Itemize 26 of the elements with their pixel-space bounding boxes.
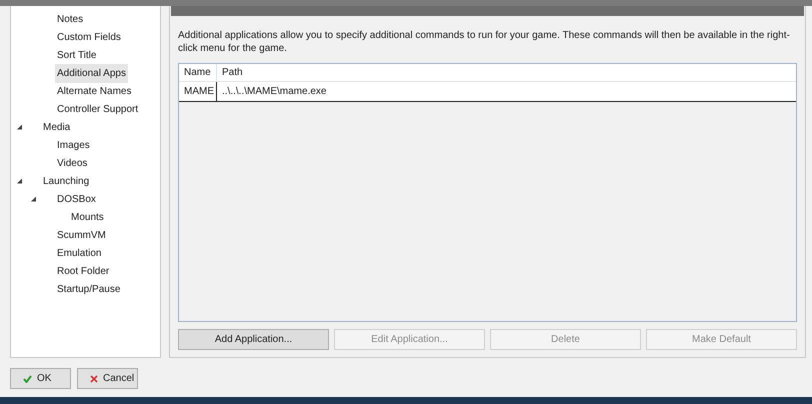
tree-item[interactable]: Notes: [55, 10, 86, 28]
column-header[interactable]: Path: [217, 64, 796, 81]
tree-item[interactable]: Controller Support: [55, 100, 140, 118]
tree-item[interactable]: DOSBox: [55, 190, 98, 208]
tree-item[interactable]: Additional Apps: [55, 64, 128, 82]
action-button[interactable]: Add Application...: [178, 329, 329, 350]
tree-item[interactable]: Images: [55, 136, 92, 154]
cancel-button[interactable]: Cancel: [77, 368, 138, 389]
close-icon: [90, 374, 98, 382]
tree-item[interactable]: Root Folder: [55, 262, 112, 280]
tree-item[interactable]: Emulation: [55, 244, 104, 262]
tree-item[interactable]: Mounts: [69, 208, 106, 226]
table-cell: MAME: [179, 82, 217, 101]
tree-item[interactable]: ScummVM: [55, 226, 108, 244]
checkmark-icon: [23, 374, 32, 382]
ok-button[interactable]: OK: [10, 368, 71, 389]
tree-item[interactable]: Videos: [55, 154, 90, 172]
table-cell-text: ..\..\..\MAME\mame.exe: [221, 85, 328, 99]
tree-item[interactable]: Media: [41, 118, 72, 136]
description-text: Additional applications allow you to specify additional commands to run for your game. These commands will then be available in the right-click menu for the game.: [178, 29, 791, 55]
tree-item[interactable]: Sort Title: [55, 46, 98, 64]
tree-item[interactable]: Startup/Pause: [55, 280, 122, 298]
tree-item[interactable]: Alternate Names: [55, 82, 134, 100]
column-header[interactable]: Name: [179, 64, 217, 81]
tree-item[interactable]: Launching: [41, 172, 92, 190]
tree-item[interactable]: Custom Fields: [55, 28, 123, 46]
